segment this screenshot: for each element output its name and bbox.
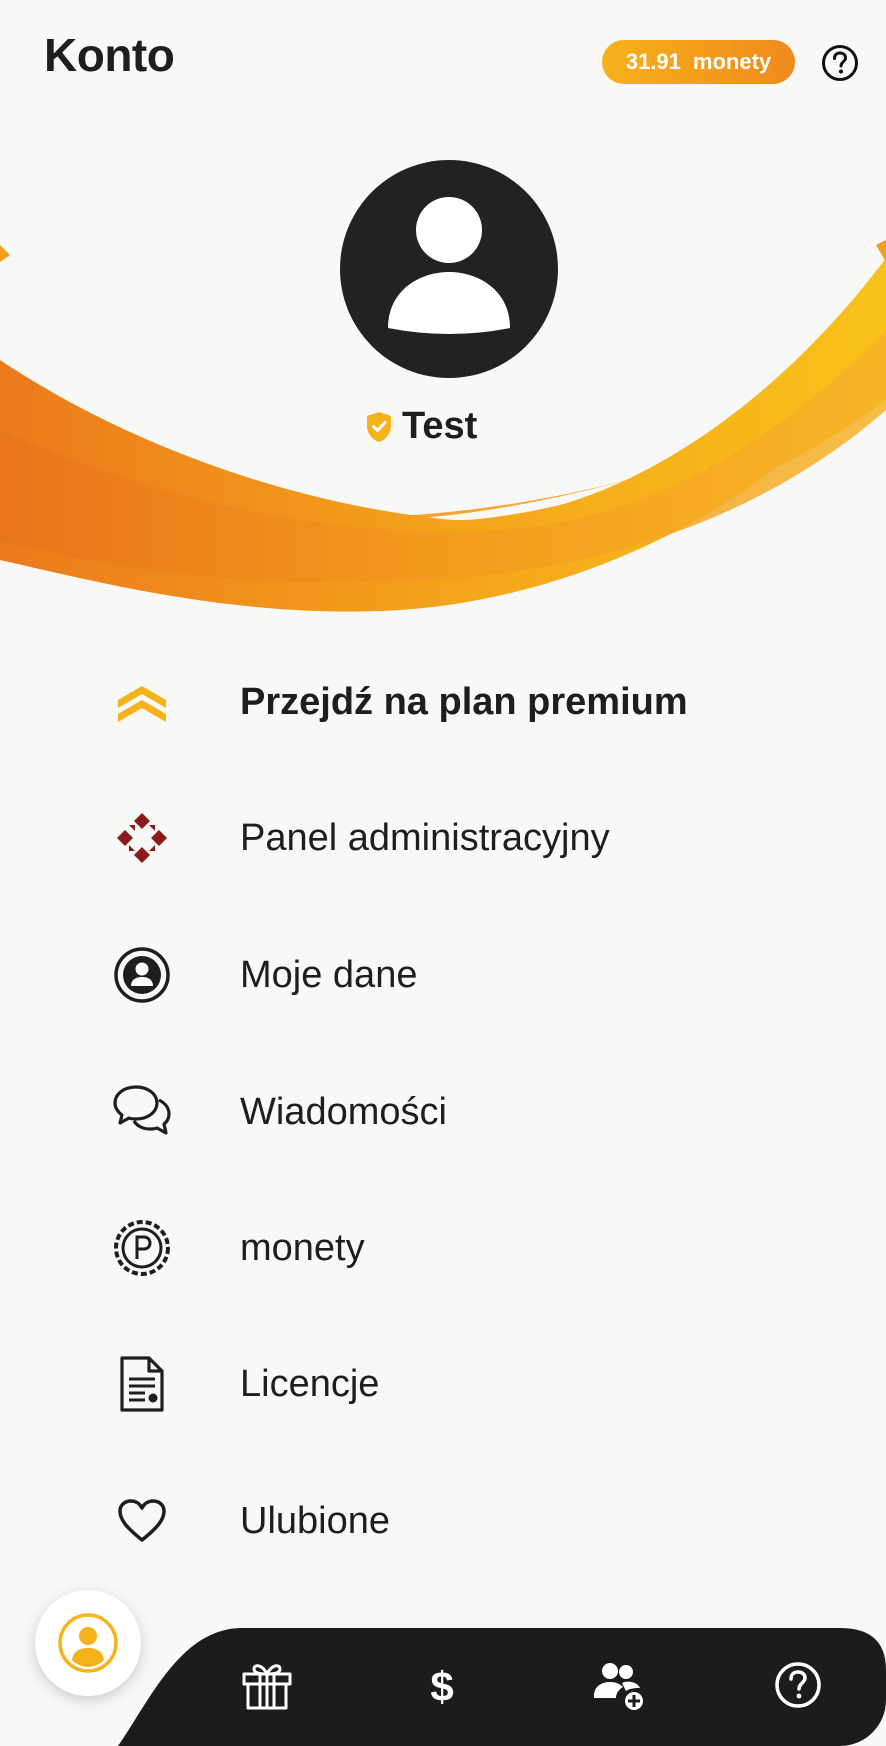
menu-item-coins[interactable]: monety <box>0 1198 886 1298</box>
chat-bubbles-icon <box>112 1082 172 1142</box>
gift-icon[interactable] <box>240 1658 294 1712</box>
page-title: Konto <box>44 29 175 81</box>
help-nav-icon[interactable] <box>771 1658 825 1712</box>
menu-item-messages[interactable]: Wiadomości <box>0 1062 886 1162</box>
menu-label: Licencje <box>240 1362 380 1405</box>
menu-label: monety <box>240 1226 365 1269</box>
verified-shield-icon <box>367 411 391 442</box>
menu-item-my-data[interactable]: Moje dane <box>0 925 886 1025</box>
coin-balance-badge[interactable]: 31.91 monety <box>602 40 795 84</box>
menu-label: Panel administracyjny <box>240 816 610 859</box>
profile-avatar[interactable] <box>340 160 558 378</box>
heart-icon <box>112 1491 172 1551</box>
bottom-nav-account[interactable] <box>35 1590 141 1696</box>
add-user-icon[interactable] <box>592 1658 646 1712</box>
dollar-icon[interactable]: $ <box>415 1658 469 1712</box>
profile-name-row: Test <box>364 405 477 448</box>
account-screen: Konto 31.91 monety Test Przejdź na plan … <box>0 0 886 1746</box>
menu-item-premium[interactable]: Przejdź na plan premium <box>0 652 886 752</box>
menu-label: Ulubione <box>240 1499 390 1542</box>
menu-label: Przejdź na plan premium <box>240 680 688 723</box>
coin-icon <box>112 1218 172 1278</box>
user-circle-icon <box>112 945 172 1005</box>
document-icon <box>112 1354 172 1414</box>
menu-label: Wiadomości <box>240 1090 447 1133</box>
account-icon <box>58 1613 118 1673</box>
coin-balance-value: 31.91 <box>625 49 681 74</box>
svg-text:$: $ <box>430 1663 453 1710</box>
coin-balance-unit: monety <box>692 49 772 74</box>
profile-name: Test <box>402 405 478 447</box>
menu-item-admin-panel[interactable]: Panel administracyjny <box>0 788 886 888</box>
menu-label: Moje dane <box>240 953 418 996</box>
menu-item-licenses[interactable]: Licencje <box>0 1334 886 1434</box>
menu-item-favorites[interactable]: Ulubione <box>0 1471 886 1571</box>
help-icon[interactable] <box>821 44 859 82</box>
premium-chevrons-icon <box>112 672 172 732</box>
admin-panel-icon <box>112 808 172 868</box>
